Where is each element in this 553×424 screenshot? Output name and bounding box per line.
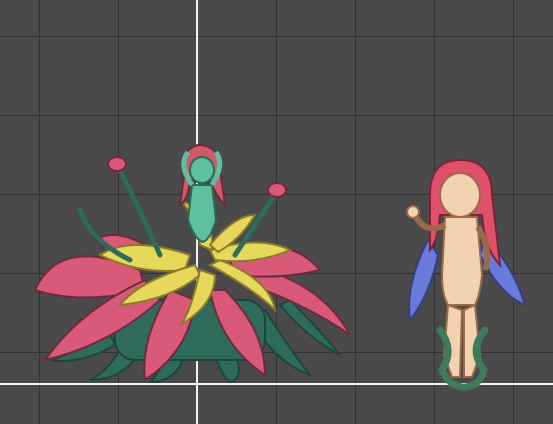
entangling-vines xyxy=(436,326,489,391)
flower-monster-sprite[interactable] xyxy=(20,140,360,390)
game-viewport[interactable] xyxy=(0,0,553,424)
flower-girl xyxy=(178,143,227,244)
fairy-girl-sprite[interactable] xyxy=(400,155,527,391)
